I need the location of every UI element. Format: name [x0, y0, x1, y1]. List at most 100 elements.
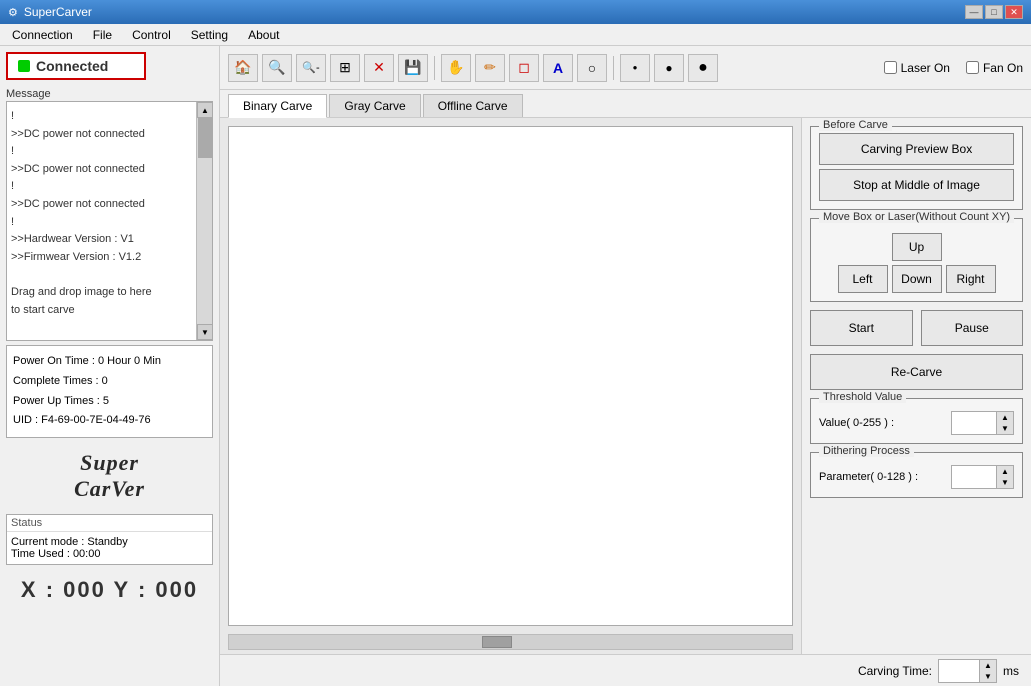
right-button[interactable]: Right [946, 265, 996, 293]
grid-button[interactable]: ⊞ [330, 54, 360, 82]
xy-display: X : 000 Y : 000 [6, 569, 213, 611]
carving-time-label: Carving Time: [858, 664, 932, 678]
shape-button[interactable]: ○ [577, 54, 607, 82]
scroll-up-button[interactable]: ▲ [197, 102, 213, 118]
dithering-group: Dithering Process Parameter( 0-128 ) : 2… [810, 452, 1023, 498]
horizontal-scrollbar[interactable] [228, 634, 793, 650]
title-bar: ⚙ SuperCarver — □ ✕ [0, 0, 1031, 24]
zoom-out-button[interactable]: 🔍- [296, 54, 326, 82]
threshold-spinbox-btns: ▲ ▼ [996, 412, 1013, 434]
h-scroll-thumb[interactable] [482, 636, 512, 648]
laser-on-checkbox[interactable] [884, 61, 897, 74]
threshold-spinbox: 128 ▲ ▼ [951, 411, 1014, 435]
laser-on-item: Laser On [884, 61, 950, 75]
dithering-spinbox: 20 ▲ ▼ [951, 465, 1014, 489]
dot-medium-button[interactable]: ● [654, 54, 684, 82]
dithering-increment-button[interactable]: ▲ [997, 466, 1013, 477]
carving-time-input[interactable]: 50 [939, 660, 979, 682]
move-box-label: Move Box or Laser(Without Count XY) [819, 211, 1014, 223]
msg-line [11, 319, 192, 337]
dithering-decrement-button[interactable]: ▼ [997, 477, 1013, 488]
msg-line: ! [11, 108, 192, 126]
before-carve-group: Before Carve Carving Preview Box Stop at… [810, 126, 1023, 210]
scroll-down-button[interactable]: ▼ [197, 324, 213, 340]
close-button[interactable]: ✕ [1005, 5, 1023, 19]
logo-section: Super CarVer [6, 442, 213, 510]
fan-on-checkbox[interactable] [966, 61, 979, 74]
recarve-button[interactable]: Re-Carve [810, 354, 1023, 390]
stop-at-middle-button[interactable]: Stop at Middle of Image [819, 169, 1014, 201]
fan-on-label: Fan On [983, 61, 1023, 75]
home-button[interactable]: 🏠 [228, 54, 258, 82]
dithering-input[interactable]: 20 [952, 466, 996, 488]
msg-line: Drag and drop image to here [11, 284, 192, 302]
start-pause-row: Start Pause [810, 310, 1023, 346]
msg-line: to start carve [11, 302, 192, 320]
dot-small-button[interactable]: ● [620, 54, 650, 82]
msg-line: ! [11, 214, 192, 232]
canvas-inner[interactable] [228, 126, 793, 626]
dot-large-button[interactable]: ● [688, 54, 718, 82]
logo: Super CarVer [74, 450, 145, 502]
msg-line: >>Hardwear Version : V1 [11, 231, 192, 249]
zoom-in-button[interactable]: 🔍 [262, 54, 292, 82]
main-content: Connected Message ! >>DC power not conne… [0, 46, 1031, 686]
msg-line: >>Firmwear Version : V1.2 [11, 249, 192, 267]
menu-bar: Connection File Control Setting About [0, 24, 1031, 46]
minimize-button[interactable]: — [965, 5, 983, 19]
menu-connection[interactable]: Connection [4, 26, 81, 44]
carving-time-increment-button[interactable]: ▲ [980, 660, 996, 671]
status-content: Current mode : Standby Time Used : 00:00 [7, 532, 212, 564]
dir-row-middle: Left Down Right [838, 265, 996, 293]
tab-binary-carve[interactable]: Binary Carve [228, 94, 327, 118]
tab-offline-carve[interactable]: Offline Carve [423, 94, 523, 117]
up-button[interactable]: Up [892, 233, 942, 261]
down-button[interactable]: Down [892, 265, 942, 293]
maximize-button[interactable]: □ [985, 5, 1003, 19]
msg-line: >>DC power not connected [11, 161, 192, 179]
status-label: Status [7, 515, 212, 532]
menu-file[interactable]: File [85, 26, 120, 44]
time-used: Time Used : 00:00 [11, 548, 208, 560]
dir-row-up: Up [892, 233, 942, 261]
dithering-row: Parameter( 0-128 ) : 20 ▲ ▼ [819, 465, 1014, 489]
tabs-bar: Binary Carve Gray Carve Offline Carve [220, 90, 1031, 118]
right-controls: Before Carve Carving Preview Box Stop at… [801, 118, 1031, 654]
menu-about[interactable]: About [240, 26, 287, 44]
msg-line: ! [11, 143, 192, 161]
complete-times: Complete Times : 0 [13, 372, 206, 392]
toolbar: 🏠 🔍 🔍- ⊞ ✕ 💾 ✋ ✏ ◻ A ○ ● ● ● Laser On [220, 46, 1031, 90]
text-button[interactable]: A [543, 54, 573, 82]
info-section: Power On Time : 0 Hour 0 Min Complete Ti… [6, 345, 213, 438]
connection-indicator [18, 60, 30, 72]
threshold-increment-button[interactable]: ▲ [997, 412, 1013, 423]
connected-label: Connected [36, 58, 108, 74]
pan-button[interactable]: ✋ [441, 54, 471, 82]
msg-line: The current firmware version [11, 337, 192, 340]
threshold-row: Value( 0-255 ) : 128 ▲ ▼ [819, 411, 1014, 435]
pause-button[interactable]: Pause [921, 310, 1024, 346]
threshold-decrement-button[interactable]: ▼ [997, 423, 1013, 434]
menu-setting[interactable]: Setting [183, 26, 236, 44]
draw-button[interactable]: ✏ [475, 54, 505, 82]
menu-control[interactable]: Control [124, 26, 179, 44]
carving-time-spinbox-btns: ▲ ▼ [979, 660, 996, 682]
power-up-times: Power Up Times : 5 [13, 392, 206, 412]
carving-preview-box-button[interactable]: Carving Preview Box [819, 133, 1014, 165]
start-button[interactable]: Start [810, 310, 913, 346]
left-button[interactable]: Left [838, 265, 888, 293]
threshold-param-label: Value( 0-255 ) : [819, 417, 947, 429]
left-panel: Connected Message ! >>DC power not conne… [0, 46, 220, 686]
current-mode: Current mode : Standby [11, 536, 208, 548]
carving-time-decrement-button[interactable]: ▼ [980, 671, 996, 682]
erase-button[interactable]: ◻ [509, 54, 539, 82]
tab-gray-carve[interactable]: Gray Carve [329, 94, 420, 117]
scroll-thumb[interactable] [198, 118, 212, 158]
threshold-input[interactable]: 128 [952, 412, 996, 434]
delete-button[interactable]: ✕ [364, 54, 394, 82]
logo-line1: Super [80, 450, 139, 475]
connected-badge: Connected [6, 52, 146, 80]
message-scrollbar[interactable]: ▲ ▼ [196, 102, 212, 340]
status-section: Status Current mode : Standby Time Used … [6, 514, 213, 565]
save-button[interactable]: 💾 [398, 54, 428, 82]
